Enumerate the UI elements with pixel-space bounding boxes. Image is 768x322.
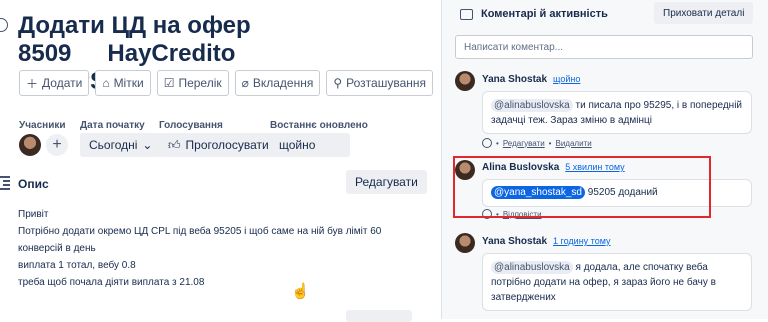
mention[interactable]: @alinabuslovska bbox=[491, 99, 573, 112]
edit-description-button[interactable]: Редагувати bbox=[346, 170, 427, 194]
avatar[interactable] bbox=[455, 233, 475, 253]
add-member-button[interactable]: + bbox=[46, 134, 68, 156]
comment-input[interactable]: Написати коментар... bbox=[455, 35, 753, 59]
comment-body: @alinabuslovska я додала, але спочатку в… bbox=[482, 253, 752, 311]
labels-button[interactable]: ⌂ Мітки bbox=[95, 70, 151, 96]
start-date-button[interactable]: Сьогодні ⌄ bbox=[80, 133, 162, 157]
emoji-icon[interactable] bbox=[482, 138, 492, 148]
vote-label: Голосування bbox=[159, 120, 223, 131]
tag-icon: ⌂ bbox=[102, 76, 110, 90]
last-updated-value: щойно bbox=[270, 133, 350, 157]
card-detail: Додати ЦД на офер 8509HayCredito ES CPS … bbox=[0, 0, 440, 322]
edit-comment-link[interactable]: Редагувати bbox=[503, 139, 545, 148]
start-date-label: Дата початку bbox=[80, 120, 145, 131]
paperclip-icon: ⌀ bbox=[241, 76, 249, 90]
members-label: Учасники bbox=[19, 120, 66, 131]
comment-author[interactable]: Yana Shostak bbox=[482, 74, 547, 85]
avatar[interactable] bbox=[455, 71, 475, 91]
card-title-part2: HayCredito bbox=[107, 40, 236, 67]
description-label: Опис bbox=[18, 177, 49, 191]
comment-time[interactable]: 1 годину тому bbox=[553, 236, 610, 246]
comment-time[interactable]: щойно bbox=[553, 74, 580, 84]
description-line: виплата 1 тотал, вебу 0.8 bbox=[18, 260, 136, 271]
hand-cursor-icon: ☝ bbox=[291, 283, 310, 300]
location-button[interactable]: ⚲ Розташування bbox=[326, 70, 434, 96]
checklist-button[interactable]: ☑ Перелік bbox=[156, 70, 229, 96]
description-text[interactable]: Привіт Потрібно додати окремо ЦД CPL під… bbox=[18, 206, 408, 291]
card-toolbar: ＋ Додати ⌂ Мітки ☑ Перелік ⌀ Вкладення ⚲ Розт… bbox=[19, 70, 434, 96]
description-icon bbox=[0, 176, 10, 192]
hide-details-button[interactable]: Приховати деталі bbox=[654, 2, 754, 24]
checkbox-icon: ☑ bbox=[163, 76, 175, 90]
plus-icon: ＋ bbox=[26, 76, 39, 91]
members-list: + bbox=[19, 134, 68, 156]
description-line: треба щоб почала діяти виплата з 21.08 bbox=[18, 277, 205, 288]
add-button[interactable]: ＋ Додати bbox=[19, 70, 90, 96]
mention[interactable]: @alinabuslovska bbox=[491, 261, 573, 274]
avatar[interactable] bbox=[19, 134, 41, 156]
bottom-button[interactable] bbox=[346, 310, 412, 322]
chevron-down-icon: ⌄ bbox=[142, 138, 153, 152]
description-line: Потрібно додати окремо ЦД CPL під веба 9… bbox=[18, 226, 382, 254]
comment-author[interactable]: Yana Shostak bbox=[482, 236, 547, 247]
thumbs-up-icon: 👍︎ bbox=[168, 137, 181, 152]
activity-header: Коментарі й активність bbox=[460, 8, 608, 20]
delete-comment-link[interactable]: Видалити bbox=[555, 139, 591, 148]
complete-toggle-icon[interactable] bbox=[0, 18, 8, 32]
vote-button[interactable]: 👍︎ Проголосувати bbox=[159, 133, 278, 157]
location-pin-icon: ⚲ bbox=[333, 76, 343, 90]
comment-actions: • Редагувати • Видалити bbox=[482, 138, 592, 148]
comment-icon bbox=[460, 8, 473, 20]
highlight-box bbox=[453, 156, 711, 218]
description-line: Привіт bbox=[18, 209, 49, 220]
attachment-button[interactable]: ⌀ Вкладення bbox=[234, 70, 321, 96]
comment-body: @alinabuslovska ти писала про 95295, і в… bbox=[482, 91, 752, 134]
last-updated-label: Востаннє оновлено bbox=[270, 120, 368, 131]
activity-title: Коментарі й активність bbox=[481, 8, 608, 20]
